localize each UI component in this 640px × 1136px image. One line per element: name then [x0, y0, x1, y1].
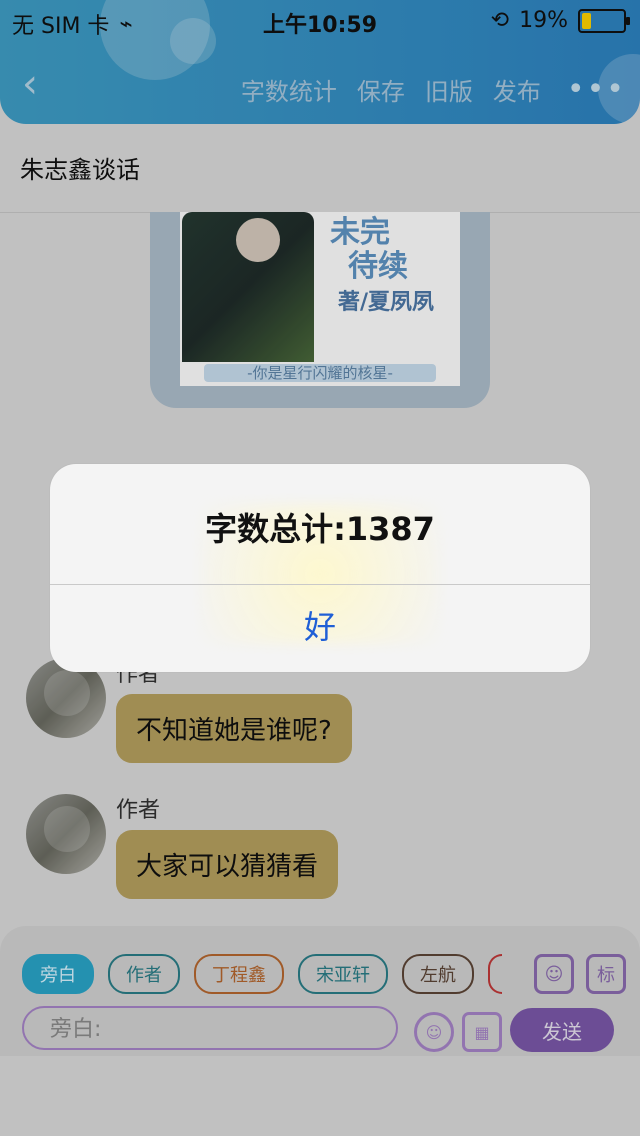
- alert-title: 字数总计:1387: [205, 510, 435, 548]
- alert-ok-button[interactable]: 好: [50, 602, 590, 648]
- alert-divider: [50, 584, 590, 585]
- alert-dialog: 字数总计:1387 好: [50, 464, 590, 672]
